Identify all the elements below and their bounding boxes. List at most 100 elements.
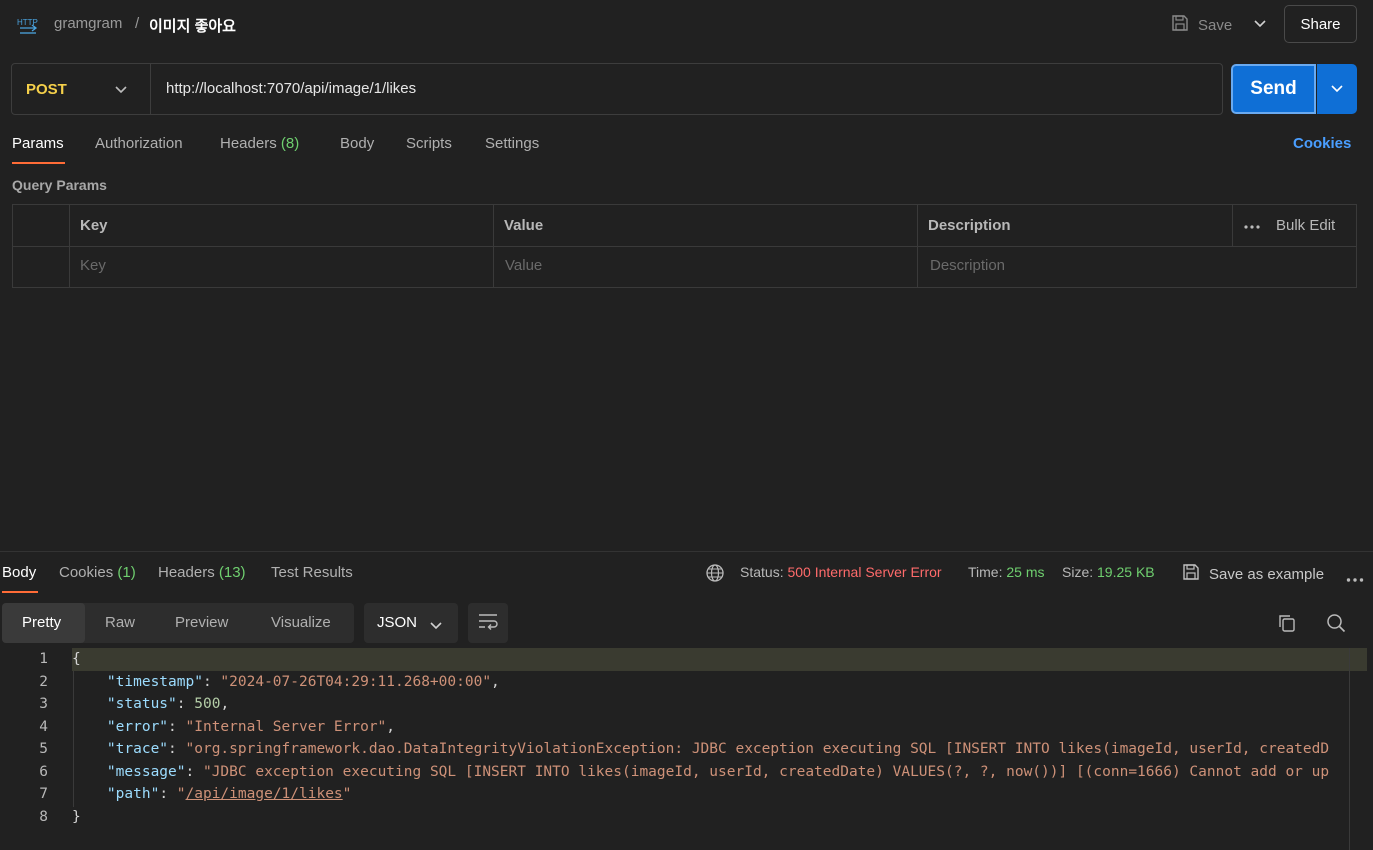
response-tab-headers-count: (13) — [218, 564, 246, 581]
more-icon[interactable] — [1346, 570, 1364, 587]
editor-scrollbar[interactable] — [1349, 648, 1350, 850]
copy-icon[interactable] — [1277, 613, 1297, 637]
code-line: "timestamp": "2024-07-26T04:29:11.268+00… — [106, 674, 500, 690]
response-tab-headers[interactable]: Headers (13) — [158, 564, 246, 581]
response-status: Status: 500 Internal Server Error — [740, 564, 942, 580]
wrap-icon — [477, 612, 499, 634]
query-params-title: Query Params — [12, 177, 107, 193]
current-line-highlight — [72, 648, 1367, 671]
response-divider[interactable] — [0, 551, 1373, 552]
code-line: "status": 500, — [106, 696, 230, 712]
tab-params[interactable]: Params — [12, 135, 64, 152]
json-string: "JDBC exception executing SQL [INSERT IN… — [202, 764, 1330, 780]
line-number: 3 — [39, 696, 48, 712]
response-tab-body[interactable]: Body — [2, 564, 36, 581]
share-button[interactable]: Share — [1284, 5, 1357, 43]
bulk-edit-button[interactable]: Bulk Edit — [1244, 217, 1335, 234]
response-size: Size: 19.25 KB — [1062, 564, 1155, 580]
http-icon: HTTP — [16, 12, 40, 36]
status-value: 500 Internal Server Error — [787, 564, 942, 580]
response-tab-cookies-count: (1) — [117, 564, 136, 581]
line-number: 2 — [39, 674, 48, 690]
time-value: 25 ms — [1006, 564, 1045, 580]
request-title[interactable]: 이미지 좋아요 — [149, 15, 236, 36]
code-line: "error": "Internal Server Error", — [106, 719, 396, 735]
line-number: 7 — [39, 786, 48, 802]
table-row-divider — [12, 246, 1357, 247]
json-key: "path" — [106, 786, 160, 802]
save-icon — [1170, 13, 1190, 37]
line-number: 1 — [39, 651, 48, 667]
column-header-description: Description — [928, 217, 1011, 234]
table-column-divider — [917, 204, 918, 288]
table-column-divider — [69, 204, 70, 288]
save-button[interactable]: Save — [1170, 13, 1232, 37]
globe-icon[interactable] — [705, 563, 725, 587]
tab-scripts[interactable]: Scripts — [406, 135, 452, 152]
send-options-dropdown[interactable] — [1317, 64, 1357, 114]
json-quote: " — [176, 786, 186, 802]
json-number: 500 — [194, 696, 221, 712]
chevron-down-icon[interactable] — [114, 82, 128, 99]
url-divider — [150, 64, 151, 114]
tab-settings[interactable]: Settings — [485, 135, 539, 152]
wrap-lines-button[interactable] — [468, 603, 508, 643]
line-number: 4 — [39, 719, 48, 735]
time-label: Time: — [968, 564, 1003, 580]
view-pretty[interactable]: Pretty — [22, 614, 61, 631]
json-string: "Internal Server Error" — [185, 719, 387, 735]
size-label: Size: — [1062, 564, 1094, 580]
table-column-divider — [1232, 204, 1233, 246]
url-input[interactable]: http://localhost:7070/api/image/1/likes — [166, 80, 416, 97]
json-quote: " — [342, 786, 352, 802]
response-tab-headers-label: Headers — [158, 564, 215, 581]
json-key: "error" — [106, 719, 169, 735]
json-brace: { — [72, 651, 81, 667]
response-time: Time: 25 ms — [968, 564, 1045, 580]
save-icon — [1181, 562, 1201, 586]
param-description-input[interactable]: Description — [930, 257, 1005, 274]
send-button[interactable]: Send — [1231, 64, 1316, 114]
code-line: "message": "JDBC exception executing SQL… — [106, 764, 1330, 780]
more-icon[interactable] — [1244, 217, 1260, 234]
param-key-input[interactable]: Key — [80, 257, 106, 274]
code-line: } — [72, 809, 81, 825]
view-raw[interactable]: Raw — [105, 614, 135, 631]
save-as-example-button[interactable]: Save as example — [1181, 562, 1324, 586]
bulk-edit-label: Bulk Edit — [1276, 217, 1336, 234]
response-tab-cookies[interactable]: Cookies (1) — [59, 564, 136, 581]
line-number: 6 — [39, 764, 48, 780]
chevron-down-icon — [429, 618, 443, 635]
breadcrumb-separator: / — [135, 15, 140, 32]
method-select[interactable]: POST — [26, 81, 67, 98]
chevron-down-icon — [1253, 16, 1267, 33]
size-value: 19.25 KB — [1097, 564, 1155, 580]
code-line: { — [72, 651, 81, 667]
table-column-divider — [493, 204, 494, 288]
response-tab-test-results[interactable]: Test Results — [271, 564, 353, 581]
line-number: 8 — [39, 809, 48, 825]
cookies-link[interactable]: Cookies — [1293, 135, 1351, 152]
json-link[interactable]: /api/image/1/likes — [186, 786, 343, 802]
active-tab-indicator — [2, 591, 38, 593]
column-header-value: Value — [504, 217, 544, 234]
save-label: Save — [1198, 16, 1233, 34]
json-key: "timestamp" — [106, 674, 203, 690]
save-options-dropdown[interactable] — [1247, 10, 1273, 38]
response-tab-cookies-label: Cookies — [59, 564, 114, 581]
code-line: "path": "/api/image/1/likes" — [106, 786, 352, 802]
code-line: "trace": "org.springframework.dao.DataIn… — [106, 741, 1330, 757]
search-icon[interactable] — [1326, 613, 1346, 637]
breadcrumb-collection[interactable]: gramgram — [54, 15, 122, 32]
json-brace: } — [72, 809, 81, 825]
tab-authorization[interactable]: Authorization — [95, 135, 183, 152]
tab-body[interactable]: Body — [340, 135, 374, 152]
tab-headers[interactable]: Headers (8) — [220, 135, 299, 152]
status-label: Status: — [740, 564, 784, 580]
active-tab-indicator — [12, 162, 65, 164]
view-visualize[interactable]: Visualize — [271, 614, 331, 631]
view-preview[interactable]: Preview — [175, 614, 228, 631]
svg-text:HTTP: HTTP — [17, 18, 38, 27]
line-number: 5 — [39, 741, 48, 757]
param-value-input[interactable]: Value — [505, 257, 542, 274]
